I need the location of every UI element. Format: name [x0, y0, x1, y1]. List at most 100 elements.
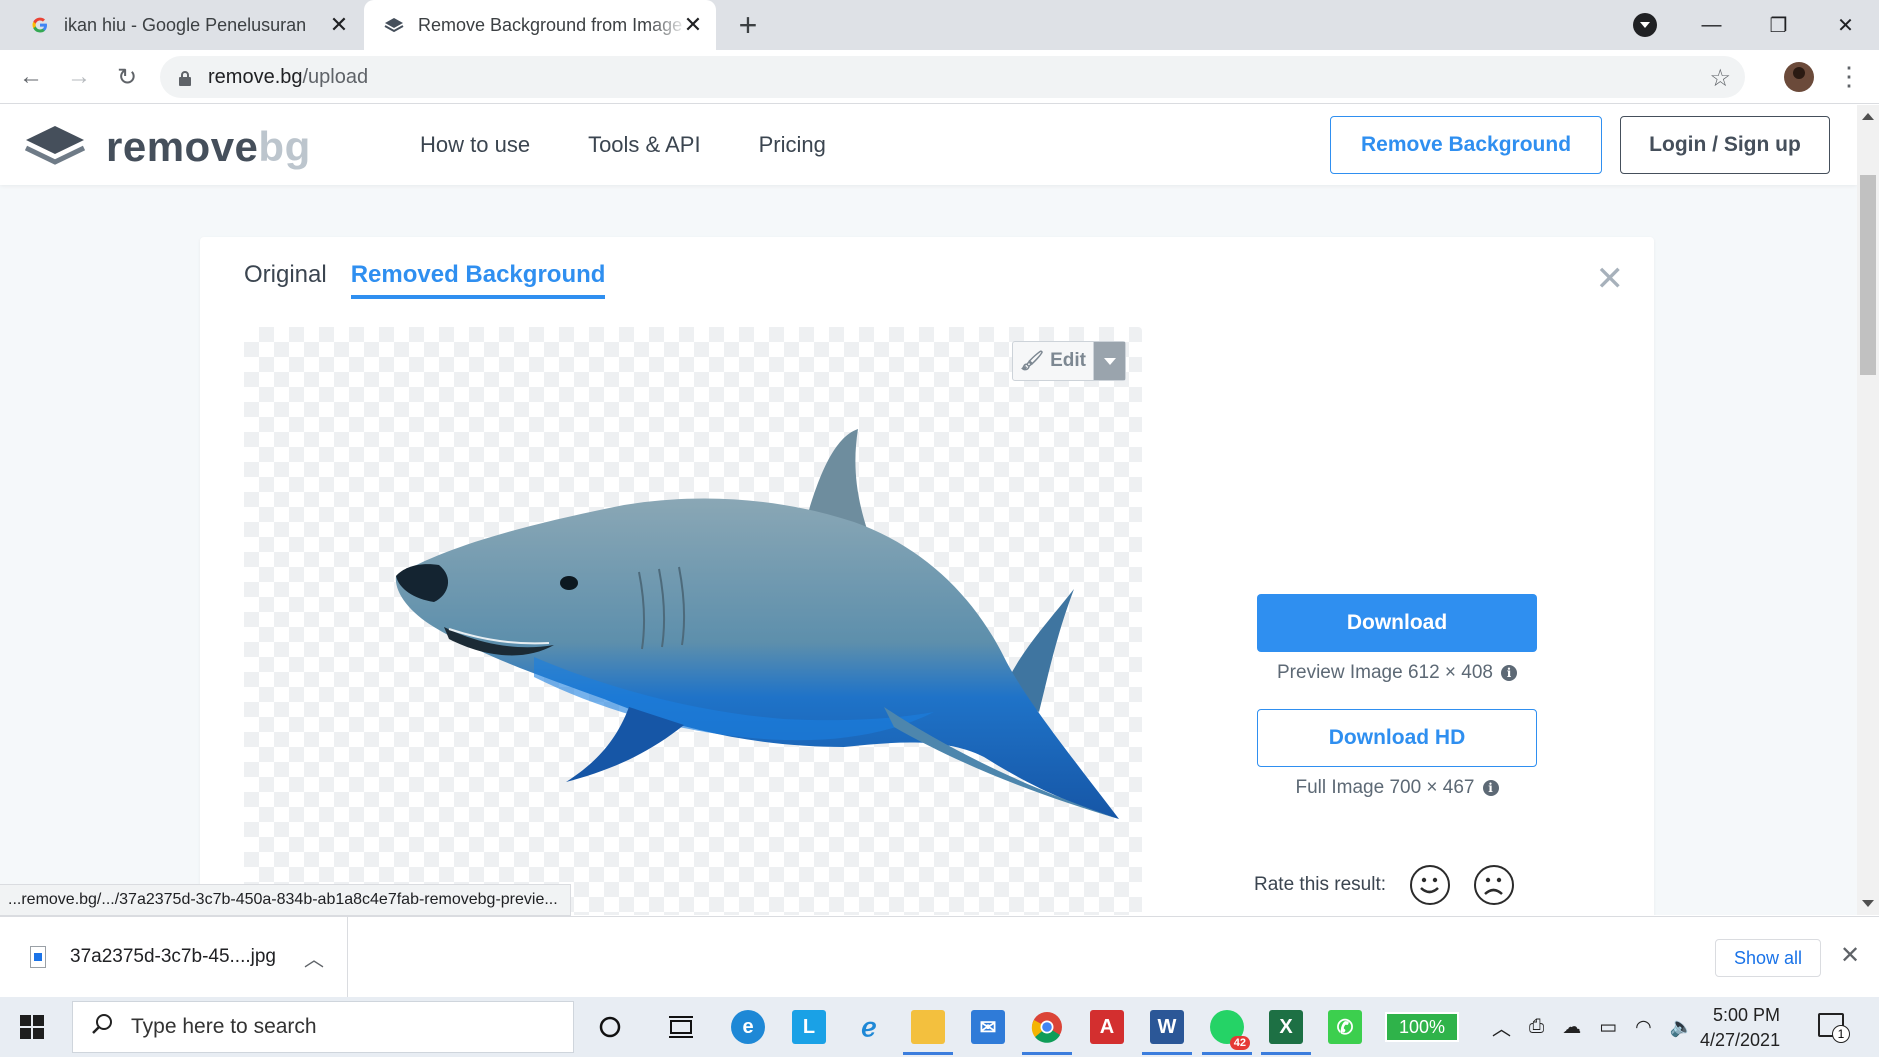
battery-icon[interactable]: ▭: [1599, 1016, 1617, 1039]
removebg-logo-icon: [24, 126, 86, 165]
whatsapp-icon[interactable]: 42: [1202, 1010, 1252, 1055]
logo-text: removebg: [106, 123, 311, 171]
task-view-icon[interactable]: [664, 1010, 698, 1044]
tab-title: Remove Background from Image: [418, 14, 683, 35]
new-tab-icon[interactable]: +: [731, 7, 765, 43]
window-controls: — ❐ ✕: [1678, 0, 1879, 50]
clock-time: 5:00 PM: [1712, 1005, 1780, 1025]
page-scrollbar[interactable]: [1857, 105, 1879, 915]
close-icon[interactable]: ✕: [1596, 259, 1625, 299]
url-domain: remove.bg: [208, 65, 303, 88]
nav-tools-api[interactable]: Tools & API: [588, 132, 701, 158]
taskbar-search-box[interactable]: Type here to search: [72, 1001, 574, 1053]
chrome-menu-icon[interactable]: ⋮: [1836, 62, 1862, 90]
download-file-name: 37a2375d-3c7b-45....jpg: [70, 946, 276, 967]
smiley-face-icon[interactable]: [1410, 865, 1450, 905]
bookmark-star-icon[interactable]: ☆: [1709, 64, 1731, 93]
forward-icon[interactable]: →: [62, 60, 96, 94]
l-app-icon[interactable]: L: [792, 1010, 826, 1044]
info-icon[interactable]: i: [1501, 665, 1517, 681]
taskbar-clock[interactable]: 5:00 PM 4/27/2021: [1700, 1003, 1780, 1053]
restore-icon[interactable]: ❐: [1745, 5, 1812, 45]
nav-pricing[interactable]: Pricing: [759, 132, 826, 158]
system-tray: ︿ ⎙ ☁ ▭ ◠ 🔈: [1492, 997, 1711, 1057]
download-button[interactable]: Download: [1257, 594, 1537, 652]
nav-how-to-use[interactable]: How to use: [420, 132, 530, 158]
volume-icon[interactable]: 🔈: [1670, 1015, 1694, 1039]
battery-widget[interactable]: 100%: [1385, 1012, 1459, 1042]
info-icon[interactable]: i: [1482, 780, 1499, 796]
login-signup-button[interactable]: Login / Sign up: [1620, 116, 1830, 174]
tab-title: ikan hiu - Google Penelusuran: [64, 14, 307, 35]
preview-image-info: Preview Image 612 × 408 i: [1257, 662, 1537, 684]
internet-explorer-icon[interactable]: ℯ: [852, 1010, 886, 1044]
download-hd-button[interactable]: Download HD: [1257, 709, 1537, 767]
download-shelf: 37a2375d-3c7b-45....jpg ︿ Show all ✕: [0, 916, 1879, 997]
windows-start-icon[interactable]: [20, 1015, 44, 1039]
lock-icon: [178, 69, 192, 86]
browser-toolbar: ← → ↻ remove.bg/upload ☆ ⋮: [0, 50, 1879, 104]
wifi-icon[interactable]: ◠: [1635, 1016, 1652, 1039]
notification-center-icon[interactable]: 1: [1818, 1013, 1850, 1043]
logo-text-main: remove: [106, 123, 259, 170]
rating-row: Rate this result:: [1254, 865, 1514, 905]
onedrive-icon[interactable]: ☁: [1562, 1016, 1581, 1039]
whatsapp-badge: 42: [1229, 1036, 1250, 1050]
tab-remove-bg[interactable]: Remove Background from Image ✕: [364, 0, 716, 50]
link-status-bubble: ...remove.bg/.../37a2375d-3c7b-450a-834b…: [0, 884, 571, 916]
word-icon[interactable]: W: [1142, 1010, 1192, 1055]
chevron-up-icon[interactable]: ︿: [1492, 1014, 1511, 1041]
excel-icon[interactable]: X: [1261, 1010, 1311, 1055]
close-tab-icon[interactable]: ✕: [680, 12, 706, 38]
clock-date: 4/27/2021: [1700, 1030, 1781, 1050]
logo-text-accent: bg: [258, 123, 311, 170]
chrome-icon[interactable]: [1022, 1010, 1072, 1055]
download-item[interactable]: 37a2375d-3c7b-45....jpg ︿: [0, 917, 348, 997]
close-tab-icon[interactable]: ✕: [326, 12, 352, 38]
cortana-icon[interactable]: [593, 1010, 627, 1044]
rate-label: Rate this result:: [1254, 874, 1386, 895]
result-tabs: Original Removed Background: [244, 261, 629, 299]
shark-image: [395, 429, 1119, 819]
mail-icon[interactable]: ✉: [971, 1010, 1005, 1044]
preview-size-text: Preview Image 612 × 408: [1277, 662, 1493, 683]
back-icon[interactable]: ←: [14, 60, 48, 94]
meet-now-icon[interactable]: ⎙: [1529, 1016, 1544, 1038]
download-panel: Download Preview Image 612 × 408 i Downl…: [1257, 594, 1537, 799]
reload-icon[interactable]: ↻: [110, 60, 144, 94]
remove-background-button[interactable]: Remove Background: [1330, 116, 1602, 174]
minimize-icon[interactable]: —: [1678, 5, 1745, 45]
address-bar[interactable]: remove.bg/upload ☆: [160, 56, 1745, 98]
edge-icon[interactable]: e: [731, 1010, 765, 1044]
notification-count: 1: [1832, 1025, 1850, 1043]
sad-face-icon[interactable]: [1474, 865, 1514, 905]
tab-search-icon[interactable]: [1633, 13, 1657, 37]
show-all-button[interactable]: Show all: [1715, 939, 1821, 977]
close-window-icon[interactable]: ✕: [1812, 5, 1879, 45]
result-preview: 🖌 Edit: [244, 327, 1142, 915]
profile-avatar[interactable]: [1784, 62, 1814, 92]
main-nav: How to use Tools & API Pricing: [420, 105, 884, 185]
file-explorer-icon[interactable]: [903, 1010, 953, 1055]
removebg-favicon-icon: [384, 15, 404, 35]
full-image-info: Full Image 700 × 467 i: [1257, 777, 1537, 799]
tab-google-search[interactable]: ikan hiu - Google Penelusuran ✕: [0, 0, 362, 50]
page-viewport: removebg How to use Tools & API Pricing …: [0, 105, 1857, 915]
search-icon: [91, 1013, 113, 1041]
tab-removed-background[interactable]: Removed Background: [350, 261, 606, 299]
tab-original[interactable]: Original: [244, 261, 327, 299]
close-shelf-icon[interactable]: ✕: [1840, 941, 1860, 970]
removebg-logo[interactable]: removebg: [24, 123, 311, 171]
scrollbar-thumb[interactable]: [1860, 175, 1876, 375]
full-size-text: Full Image 700 × 467: [1295, 777, 1475, 798]
browser-tab-strip: ikan hiu - Google Penelusuran ✕ Remove B…: [0, 0, 1879, 50]
acrobat-icon[interactable]: A: [1090, 1010, 1124, 1044]
chevron-up-icon[interactable]: ︿: [304, 943, 324, 972]
phone-app-icon[interactable]: ✆: [1328, 1010, 1362, 1044]
site-header: removebg How to use Tools & API Pricing …: [0, 105, 1857, 185]
scroll-up-icon[interactable]: [1862, 113, 1874, 120]
scroll-down-icon[interactable]: [1862, 900, 1874, 907]
image-file-icon: [30, 946, 46, 968]
search-placeholder: Type here to search: [131, 1015, 317, 1038]
result-card: Original Removed Background ✕ 🖌 Edit Dow…: [200, 237, 1654, 915]
